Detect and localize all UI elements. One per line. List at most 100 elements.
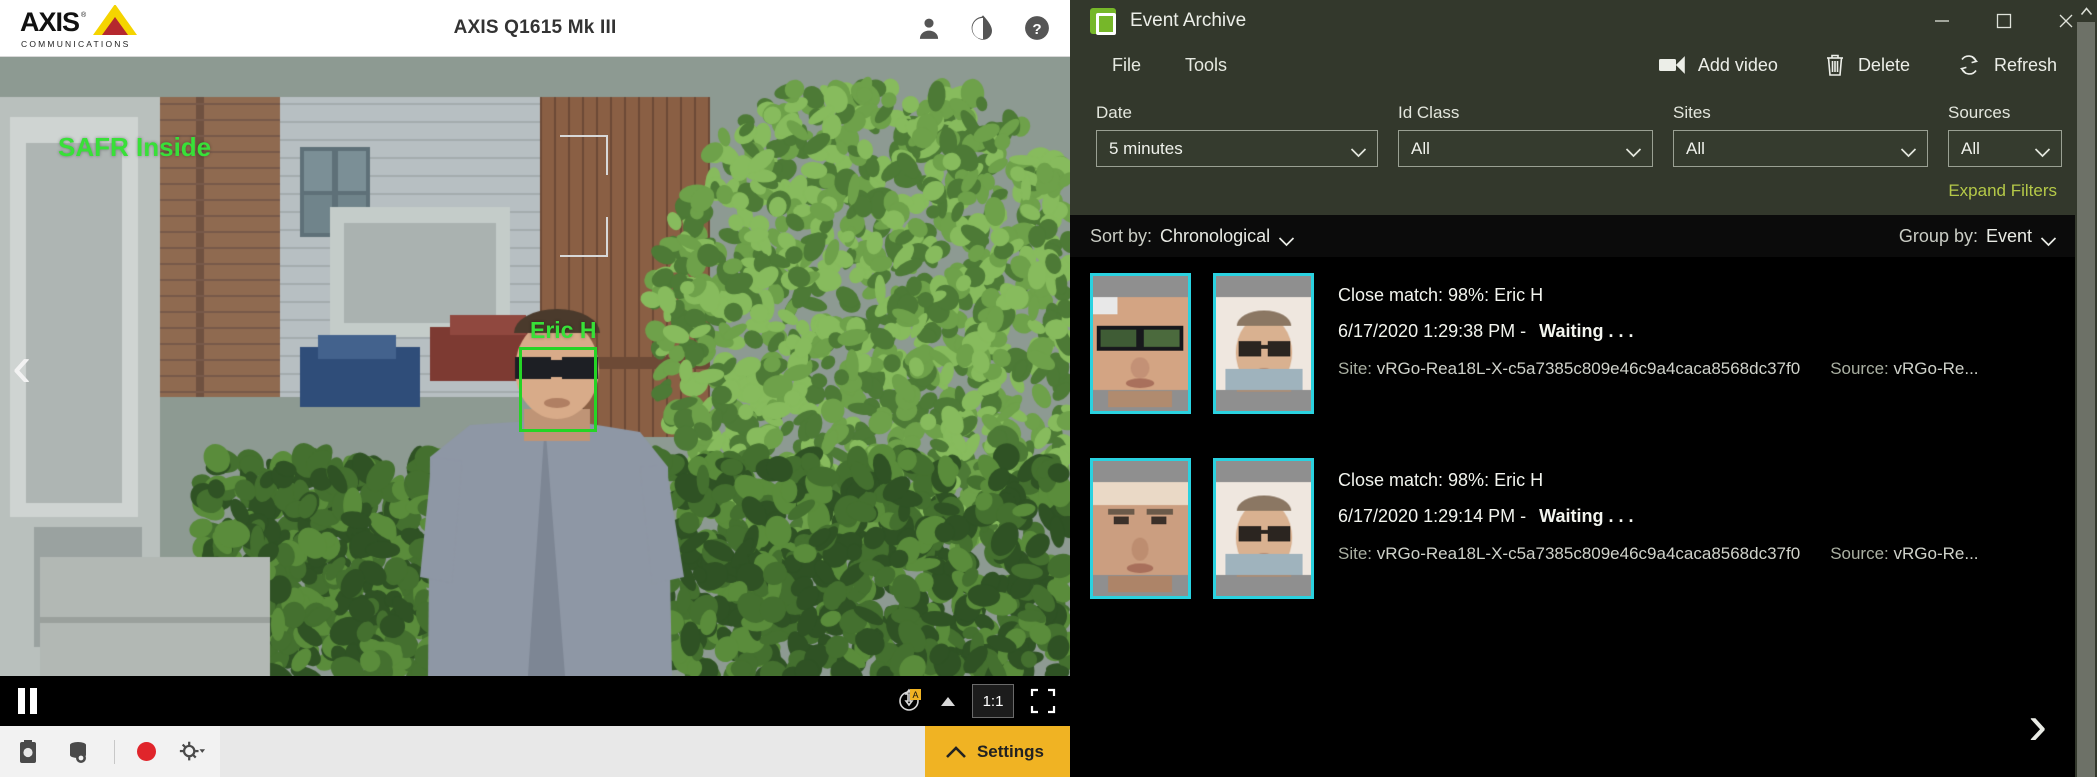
site-label: Site:	[1338, 359, 1372, 378]
status-badge: Waiting . . .	[1539, 506, 1633, 526]
scroll-up-arrow[interactable]	[2075, 0, 2097, 22]
event-source: Source: vRGo-Re...	[1830, 544, 1978, 564]
chevron-up-icon	[945, 745, 967, 759]
axis-tool-group	[0, 726, 220, 777]
event-thumbnails	[1090, 273, 1314, 414]
filter-sites-value: All	[1686, 139, 1705, 159]
event-meta: Site: vRGo-Rea18L-X-c5a7385c809e46c9a4ca…	[1338, 359, 2097, 379]
chevron-down-icon	[1278, 231, 1295, 242]
event-archive-menubar: File Tools Add video Delete	[1070, 41, 2097, 89]
maximize-button[interactable]	[1973, 0, 2035, 41]
axis-header: AXIS ® COMMUNICATIONS AXIS Q1615 Mk III …	[0, 0, 1070, 57]
sort-bar: Sort by: Chronological Group by: Event	[1070, 215, 2097, 257]
event-next-arrow[interactable]: ›	[2028, 697, 2047, 753]
filter-date-value: 5 minutes	[1109, 139, 1183, 159]
avatar[interactable]	[1090, 273, 1191, 414]
avatar[interactable]	[1090, 458, 1191, 599]
event-timestamp-row: 6/17/2020 1:29:38 PM - Waiting . . .	[1338, 321, 2097, 342]
video-viewport[interactable]: SAFR Inside Eric H ‹	[0, 57, 1070, 676]
filter-sources: Sources All	[1948, 103, 2062, 167]
filter-id-class-value: All	[1411, 139, 1430, 159]
filter-id-class-select[interactable]: All	[1398, 130, 1653, 167]
event-details: Close match: 98%: Eric H 6/17/2020 1:29:…	[1338, 458, 2097, 564]
event-details: Close match: 98%: Eric H 6/17/2020 1:29:…	[1338, 273, 2097, 379]
filter-id-class-label: Id Class	[1398, 103, 1653, 123]
storage-icon[interactable]	[64, 738, 92, 766]
user-icon[interactable]	[916, 15, 942, 41]
group-by-value: Event	[1986, 226, 2032, 247]
contrast-icon[interactable]	[970, 15, 996, 41]
table-row[interactable]: Close match: 98%: Eric H 6/17/2020 1:29:…	[1070, 414, 2097, 599]
group-by-control[interactable]: Group by: Event	[1899, 226, 2057, 247]
source-label: Source:	[1830, 359, 1889, 378]
filter-sites: Sites All	[1673, 103, 1928, 167]
level-up-arrow-icon[interactable]	[940, 695, 956, 707]
aspect-ratio-button[interactable]: 1:1	[972, 684, 1014, 718]
filter-date-select[interactable]: 5 minutes	[1096, 130, 1378, 167]
sort-by-label: Sort by:	[1090, 226, 1152, 247]
match-confidence: Close match: 98%: Eric H	[1338, 285, 2097, 306]
filter-sources-label: Sources	[1948, 103, 2062, 123]
axis-header-icons: ?	[916, 15, 1050, 41]
filter-date-label: Date	[1096, 103, 1378, 123]
site-value: vRGo-Rea18L-X-c5a7385c809e46c9a4caca8568…	[1377, 359, 1800, 378]
controls-gear-icon[interactable]	[178, 738, 206, 766]
player-controls: A 1:1	[0, 676, 1070, 726]
avatar[interactable]	[1213, 458, 1314, 599]
face-bounding-box	[519, 347, 597, 432]
roi-corner-tl	[560, 135, 608, 175]
filter-sources-value: All	[1961, 139, 1980, 159]
status-badge: Waiting . . .	[1539, 321, 1633, 341]
event-timestamp-row: 6/17/2020 1:29:14 PM - Waiting . . .	[1338, 506, 2097, 527]
chevron-down-icon	[1900, 143, 1917, 154]
app-root: AXIS ® COMMUNICATIONS AXIS Q1615 Mk III …	[0, 0, 2097, 777]
table-row[interactable]: Close match: 98%: Eric H 6/17/2020 1:29:…	[1070, 257, 2097, 414]
refresh-button[interactable]: Refresh	[1956, 53, 2057, 77]
minimize-button[interactable]	[1911, 0, 1973, 41]
axis-device-title: AXIS Q1615 Mk III	[0, 17, 1070, 39]
settings-button[interactable]: Settings	[925, 726, 1070, 777]
expand-filters-link[interactable]: Expand Filters	[1948, 181, 2057, 200]
video-prev-arrow[interactable]: ‹	[12, 338, 31, 396]
delete-button[interactable]: Delete	[1824, 53, 1910, 77]
menu-tools[interactable]: Tools	[1163, 49, 1249, 82]
axis-camera-app: AXIS ® COMMUNICATIONS AXIS Q1615 Mk III …	[0, 0, 1070, 777]
event-archive-icon	[1090, 8, 1116, 34]
face-identity-label: Eric H	[530, 317, 596, 344]
pause-button[interactable]	[18, 688, 40, 714]
window-controls	[1911, 0, 2097, 41]
settings-label: Settings	[977, 742, 1044, 762]
event-site: Site: vRGo-Rea18L-X-c5a7385c809e46c9a4ca…	[1338, 544, 1800, 564]
source-label: Source:	[1830, 544, 1889, 563]
chevron-down-icon	[2040, 231, 2057, 242]
snapshot-icon[interactable]	[14, 738, 42, 766]
window-title: Event Archive	[1130, 10, 1246, 32]
menu-file[interactable]: File	[1090, 49, 1163, 82]
sort-by-control[interactable]: Sort by: Chronological	[1090, 226, 1295, 247]
record-button[interactable]	[137, 742, 156, 761]
help-icon[interactable]: ?	[1024, 15, 1050, 41]
expand-filters-row: Expand Filters	[1070, 167, 2097, 201]
scrollbar[interactable]	[2075, 0, 2097, 777]
roi-corner-bl	[560, 217, 608, 257]
level-auto-icon[interactable]: A	[894, 686, 924, 716]
filter-bar: Date 5 minutes Id Class All Si	[1070, 89, 2097, 167]
event-meta: Site: vRGo-Rea18L-X-c5a7385c809e46c9a4ca…	[1338, 544, 2097, 564]
site-value: vRGo-Rea18L-X-c5a7385c809e46c9a4caca8568…	[1377, 544, 1800, 563]
chevron-down-icon	[1350, 143, 1367, 154]
avatar[interactable]	[1213, 273, 1314, 414]
svg-text:?: ?	[1032, 21, 1041, 38]
event-site: Site: vRGo-Rea18L-X-c5a7385c809e46c9a4ca…	[1338, 359, 1800, 379]
filter-sources-select[interactable]: All	[1948, 130, 2062, 167]
chevron-down-icon	[2034, 143, 2051, 154]
event-thumbnails	[1090, 458, 1314, 599]
refresh-label: Refresh	[1994, 55, 2057, 76]
filter-sites-select[interactable]: All	[1673, 130, 1928, 167]
scrollbar-thumb[interactable]	[2077, 22, 2095, 777]
toolbar-divider	[114, 740, 115, 764]
add-video-button[interactable]: Add video	[1658, 55, 1778, 76]
event-list[interactable]: Close match: 98%: Eric H 6/17/2020 1:29:…	[1070, 257, 2097, 777]
fullscreen-icon[interactable]	[1030, 688, 1056, 714]
toolbar-actions: Add video Delete Refresh	[1658, 53, 2097, 77]
refresh-icon	[1956, 53, 1982, 77]
